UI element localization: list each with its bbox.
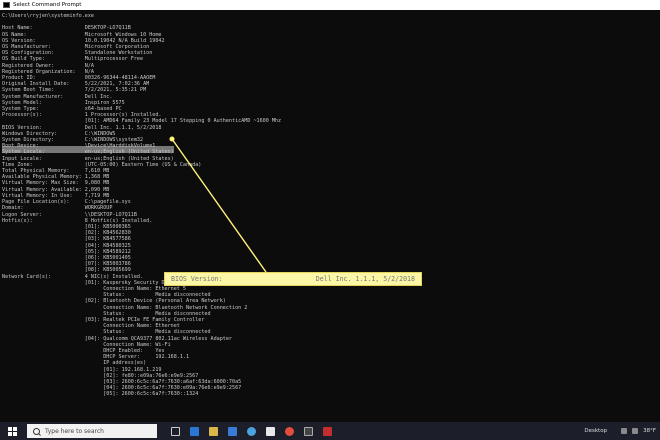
window-titlebar[interactable]: Select Command Prompt [0,0,660,10]
search-icon [33,427,40,435]
chrome-icon[interactable] [285,426,294,436]
network-icon[interactable] [632,428,639,434]
console-area[interactable]: C:\Users\rryjen\systeminfo.exe Host Name… [0,10,660,422]
search-placeholder: Type here to search [45,427,104,435]
weather-temperature[interactable]: 38°F [643,428,656,434]
system-tray: Desktop 38°F [584,428,660,434]
taskbar-search-box[interactable]: Type here to search [27,424,157,438]
browser-icon[interactable] [190,426,199,436]
edge-icon[interactable] [247,426,256,436]
store-icon[interactable] [266,426,275,436]
console-output: C:\Users\rryjen\systeminfo.exe Host Name… [2,13,282,398]
desktop-toolbar-label[interactable]: Desktop [584,428,607,434]
task-view-icon[interactable] [171,426,180,436]
taskbar: Type here to search Desktop 38°F [0,422,660,440]
file-explorer-icon[interactable] [209,426,218,436]
mail-icon[interactable] [228,426,237,436]
callout-label: BIOS Version: [171,275,223,283]
window-title: Select Command Prompt [13,2,82,8]
callout-value: Dell Inc. 1.1.1, 5/2/2018 [315,275,415,283]
cloud-icon[interactable] [621,428,628,434]
app-icon[interactable] [323,426,332,436]
command-prompt-icon [3,2,10,8]
bios-version-callout: BIOS Version: Dell Inc. 1.1.1, 5/2/2018 [164,272,422,286]
windows-start-icon[interactable] [8,426,17,436]
command-prompt-taskbar-icon[interactable] [304,426,313,436]
